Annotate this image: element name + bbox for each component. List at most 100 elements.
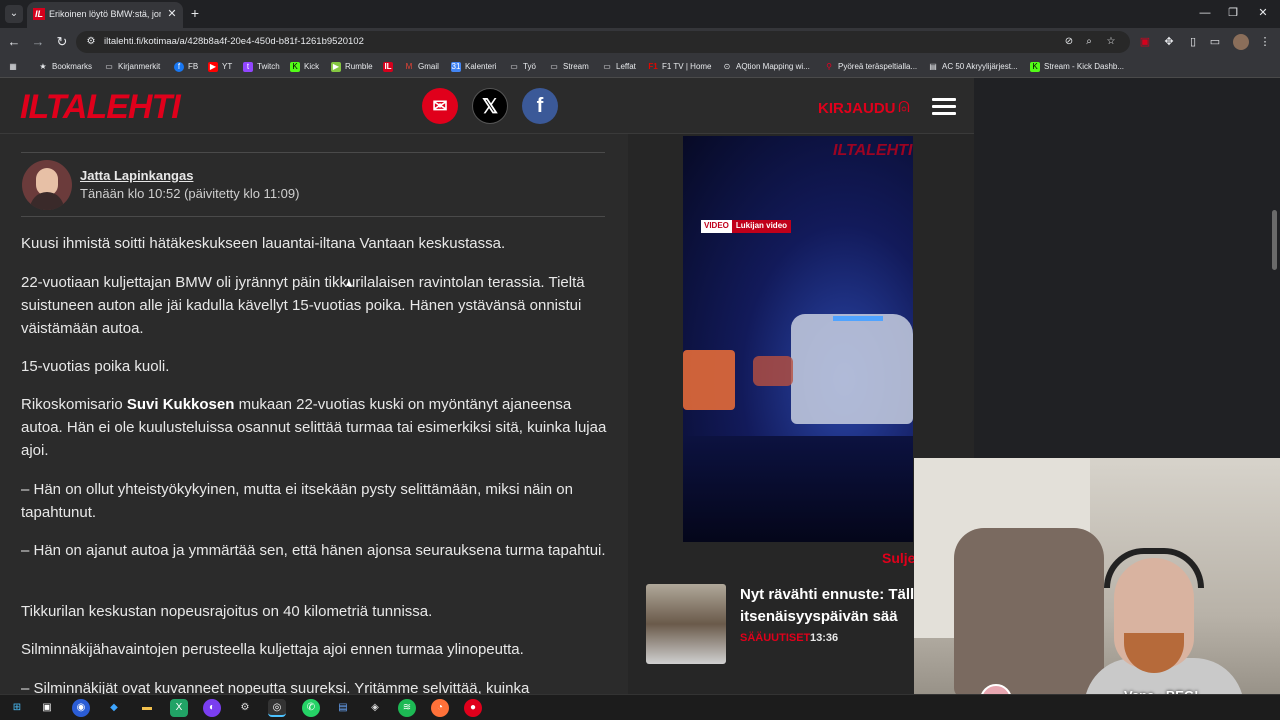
cast-icon[interactable]: ▭ [1206, 33, 1224, 51]
article-timestamp: Tänään klo 10:52 (päivitetty klo 11:09) [80, 186, 300, 201]
tab-favicon-icon: IL [33, 8, 45, 20]
iltalehti-icon: IL [383, 62, 393, 72]
file-explorer-icon[interactable]: ▬ [138, 699, 156, 717]
tab-search-icon[interactable]: ⌄ [5, 5, 23, 23]
zoom-icon[interactable]: ⌕ [1082, 35, 1096, 49]
page-icon: ▤ [929, 62, 937, 71]
user-icon[interactable]: ⍝ [892, 94, 916, 118]
forward-icon[interactable]: → [29, 33, 47, 51]
aqtion-icon: ⊙ [723, 62, 731, 71]
bookmark-item[interactable]: ★ Bookmarks [38, 59, 92, 75]
url-text: iltalehti.fi/kotimaa/a/428b8a4f-20e4-450… [104, 36, 364, 47]
person-name: Suvi Kukkosen [126, 396, 235, 413]
address-bar[interactable]: ⚙ iltalehti.fi/kotimaa/a/428b8a4f-20e4-4… [76, 31, 1130, 53]
app-icon[interactable]: ◉ [72, 699, 90, 717]
bookmark-item[interactable]: ▤ AC 50 Akryylijärjest... [928, 59, 1017, 75]
headset-icon [1104, 548, 1204, 588]
profile-avatar[interactable] [1233, 34, 1249, 50]
bookmark-item[interactable]: ⚲ Pyöreä teräspeltialla... [824, 59, 917, 75]
bookmark-star-icon[interactable]: ☆ [1104, 35, 1118, 49]
divider [21, 152, 605, 153]
page-scrollbar[interactable] [1272, 210, 1277, 270]
spotify-icon[interactable]: ≋ [398, 699, 416, 717]
bookmark-item[interactable]: 31 Kalenteri [451, 59, 497, 75]
extension-icon[interactable]: ▣ [1136, 33, 1154, 51]
video-badge: VIDEO Lukijan video [701, 220, 792, 233]
bookmark-item[interactable]: M Gmail [404, 59, 439, 75]
minimize-icon[interactable]: — [1194, 4, 1216, 22]
chrome-icon[interactable]: ◎ [268, 699, 286, 717]
star-icon: ★ [39, 62, 47, 71]
rumble-icon: ▶ [331, 62, 341, 72]
app-icon[interactable]: ◐ [203, 699, 221, 717]
site-info-icon[interactable]: ⚙ [84, 35, 98, 49]
folder-icon: ▭ [105, 62, 113, 71]
article-paragraph: Tikkurilan keskustan nopeusrajoitus on 4… [21, 603, 433, 620]
start-icon[interactable]: ⊞ [8, 699, 26, 717]
browser-toolbar: ← → ↻ ⚙ iltalehti.fi/kotimaa/a/428b8a4f-… [0, 28, 1280, 56]
author-name[interactable]: Jatta Lapinkangas [80, 168, 193, 183]
facebook-icon: f [174, 62, 184, 72]
restore-icon[interactable]: ❐ [1222, 4, 1244, 22]
folder-icon: ▭ [603, 62, 611, 71]
app-icon[interactable]: ◆ [105, 699, 123, 717]
bookmark-item[interactable]: ▶ YT [208, 59, 232, 75]
taskbar: ⊞ ▣ ◉ ◆ ▬ X ◐ ⚙ ◎ ✆ ▤ ◈ ≋ ◔ ● [0, 694, 1280, 720]
bookmark-item[interactable]: K Stream - Kick Dashb... [1030, 59, 1124, 75]
article-body: Jatta Lapinkangas Tänään klo 10:52 (päiv… [8, 134, 620, 694]
calendar-icon: 31 [451, 62, 461, 72]
bookmark-item[interactable]: ▶ Rumble [331, 59, 373, 75]
bookmark-item[interactable]: K Kick [290, 59, 319, 75]
more-menu-icon[interactable]: ⋮ [1256, 33, 1274, 51]
bookmark-item[interactable]: F1 F1 TV | Home [648, 59, 711, 75]
login-link[interactable]: KIRJAUDU [818, 100, 896, 117]
facebook-share-icon[interactable]: f [522, 88, 558, 124]
sidebar-icon[interactable]: ▯ [1184, 33, 1202, 51]
back-icon[interactable]: ← [5, 33, 23, 51]
video-player[interactable]: ILTALEHTI VIDEO Lukijan video [683, 136, 913, 542]
gmail-icon: M [405, 62, 413, 71]
x-share-icon[interactable]: 𝕏 [472, 88, 508, 124]
close-video-button[interactable]: Sulje [882, 550, 915, 566]
bookmark-item[interactable]: IL [383, 59, 397, 75]
new-tab-icon[interactable]: + [188, 5, 202, 21]
browser-tab[interactable]: IL Erikoinen löytö BMW:stä, jonka ✕ [27, 2, 183, 28]
task-view-icon[interactable]: ▣ [38, 699, 56, 717]
video-watermark: ILTALEHTI [833, 142, 913, 159]
folder-icon: ▭ [550, 62, 558, 71]
twitch-icon: t [243, 62, 253, 72]
pin-icon: ⚲ [826, 62, 832, 71]
excel-icon[interactable]: X [170, 699, 188, 717]
news-category: SÄÄUUTISET [740, 632, 811, 644]
email-share-icon[interactable]: ✉ [422, 88, 458, 124]
app-icon[interactable]: ● [464, 699, 482, 717]
chair [954, 528, 1104, 698]
close-window-icon[interactable]: ✕ [1252, 4, 1274, 22]
app-icon[interactable]: ⚙ [236, 699, 254, 717]
youtube-icon: ▶ [208, 62, 218, 72]
bookmark-item[interactable]: ⊙ AQtion Mapping wi... [722, 59, 810, 75]
app-icon[interactable]: ▤ [334, 699, 352, 717]
firefox-icon[interactable]: ◔ [431, 699, 449, 717]
app-icon[interactable]: ◈ [366, 699, 384, 717]
bookmark-item[interactable]: f FB [174, 59, 198, 75]
bookmark-item[interactable]: ▭ Stream [549, 59, 589, 75]
bookmark-item[interactable]: t Twitch [243, 59, 280, 75]
extensions-puzzle-icon[interactable]: ✥ [1160, 33, 1178, 51]
kick-icon: K [1030, 62, 1040, 72]
bookmark-item[interactable]: ▭ Leffat [602, 59, 636, 75]
kick-icon: K [290, 62, 300, 72]
reload-icon[interactable]: ↻ [53, 33, 71, 51]
close-tab-icon[interactable]: ✕ [165, 7, 179, 21]
article-paragraph: – Hän on ollut yhteistyökykyinen, mutta … [21, 481, 573, 521]
article-paragraph: 15-vuotias poika kuoli. [21, 358, 170, 375]
site-logo[interactable]: ILTALEHTI [20, 88, 181, 127]
hamburger-menu-icon[interactable] [932, 98, 956, 116]
bookmark-item[interactable]: ▭ Kirjanmerkit [104, 59, 160, 75]
bookmark-item[interactable]: ▭ Työ [509, 59, 536, 75]
webcam-overlay: Vana - BEG! [914, 458, 1280, 720]
eye-off-icon[interactable]: ⊘ [1062, 35, 1076, 49]
apps-icon[interactable]: ▦ [8, 59, 22, 75]
news-thumbnail[interactable] [646, 584, 726, 664]
whatsapp-icon[interactable]: ✆ [302, 699, 320, 717]
